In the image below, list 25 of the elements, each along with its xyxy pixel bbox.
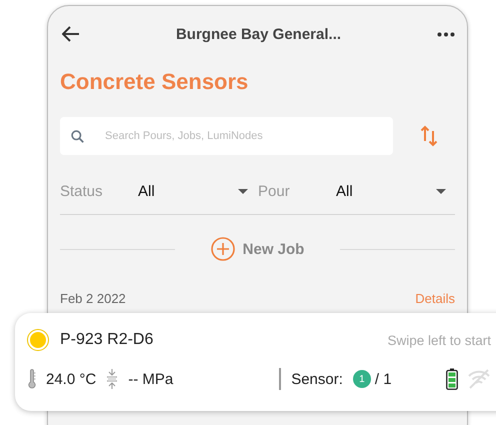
job-date: Feb 2 2022 bbox=[60, 291, 126, 306]
page-title: Concrete Sensors bbox=[60, 69, 250, 96]
sensor-count-badge: 1 bbox=[352, 370, 371, 388]
sensor-card[interactable]: P-923 R2-D6 Swipe left to start 24.0 °C -- MPa Sensor: 1 / 1 bbox=[15, 313, 496, 411]
header-title: Burgnee Bay General... bbox=[176, 26, 342, 42]
swipe-hint: Swipe left to start bbox=[387, 332, 491, 348]
filter-label: Pour bbox=[258, 182, 291, 200]
sensor-name: P-923 R2-D6 bbox=[60, 331, 154, 349]
dropdown-caret-icon bbox=[436, 188, 446, 194]
strength-value: -- MPa bbox=[128, 370, 174, 388]
filter-label: Status bbox=[60, 182, 104, 200]
temperature-value: 24.0 °C bbox=[46, 370, 96, 388]
more-icon[interactable] bbox=[437, 32, 455, 36]
filter-dropdown[interactable]: All bbox=[138, 182, 248, 200]
filter-dropdown[interactable]: All bbox=[336, 182, 446, 200]
compression-icon bbox=[106, 369, 118, 389]
plus-circle-icon bbox=[210, 237, 235, 261]
thermometer-icon bbox=[28, 369, 36, 389]
back-arrow-icon[interactable] bbox=[62, 26, 80, 42]
search-field[interactable]: Search Pours, Jobs, LumiNodes bbox=[60, 117, 393, 155]
wifi-off-icon bbox=[468, 369, 490, 389]
sensor-label: Sensor: bbox=[291, 370, 343, 388]
sensor-total: / 1 bbox=[374, 370, 392, 388]
battery-icon bbox=[446, 368, 458, 390]
dropdown-caret-icon bbox=[238, 188, 248, 194]
